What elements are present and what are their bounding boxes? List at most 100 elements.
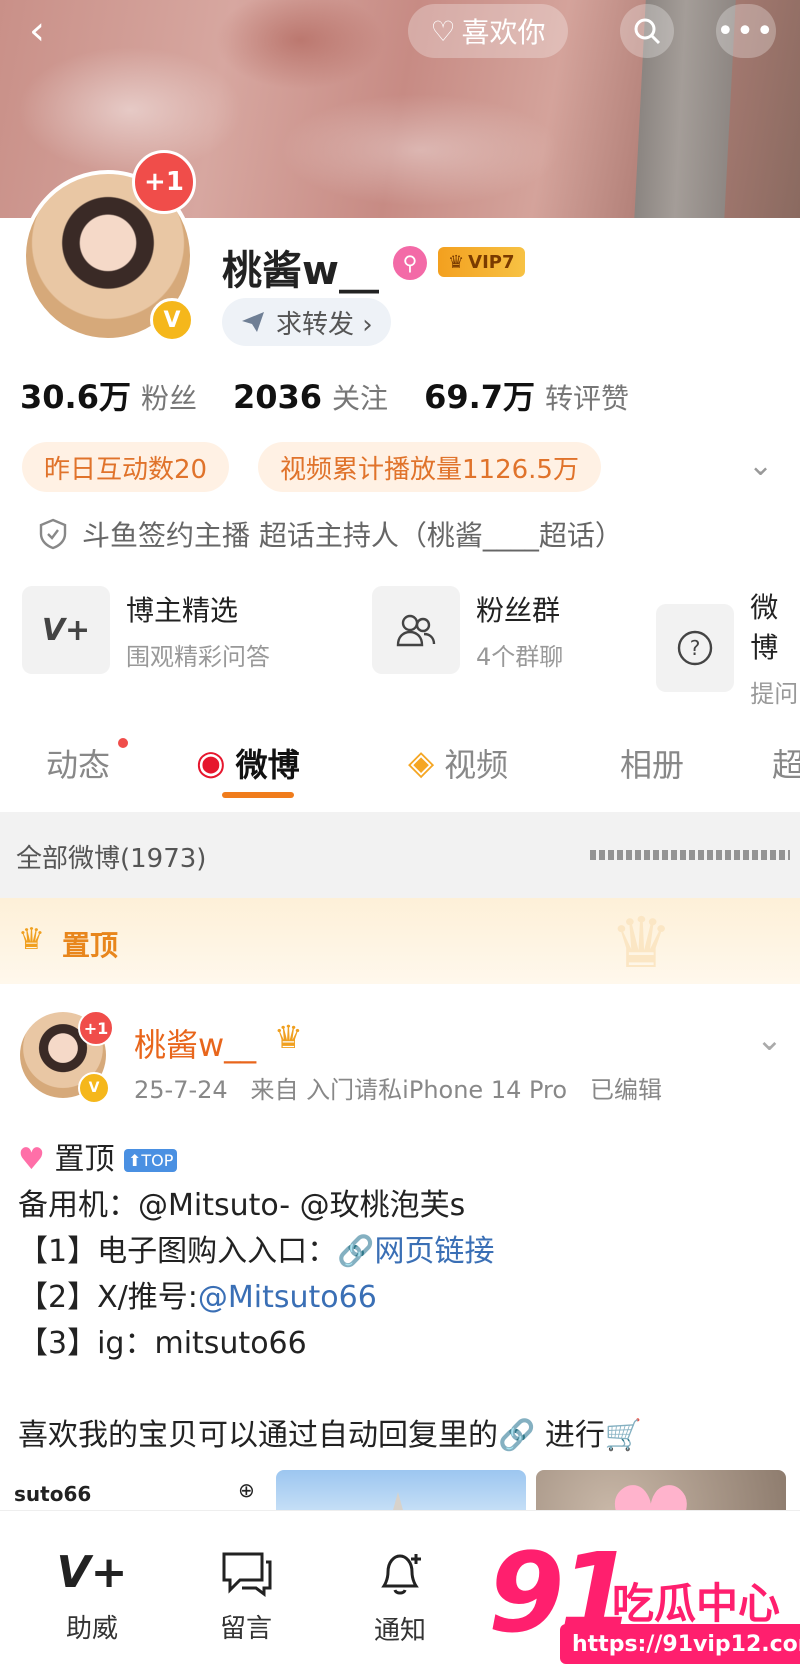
link-icon: 🔗	[337, 1234, 375, 1269]
stat-following[interactable]: 2036 关注	[233, 377, 388, 417]
top-arrow-icon: ⬆TOP	[124, 1149, 178, 1172]
filter-scribble	[590, 850, 790, 860]
watermark-text: 吃瓜中心	[612, 1579, 781, 1628]
feature-title: 博主精选	[126, 593, 239, 627]
thumb-plus-icon: ⊕	[238, 1478, 255, 1502]
group-icon	[372, 586, 460, 674]
search-button[interactable]	[620, 4, 674, 58]
link-icon: 🔗	[498, 1418, 536, 1453]
tab-dynamic[interactable]: 动态	[46, 738, 128, 786]
pinned-bar: ♛ 置顶 ♛	[0, 898, 800, 984]
pink-badge-icon[interactable]: ⚲	[393, 246, 427, 280]
search-icon	[634, 18, 661, 45]
more-button[interactable]: •••	[716, 4, 776, 58]
feature-fan-group[interactable]: 粉丝群 4个群聊	[372, 586, 563, 674]
profile-stats: 30.6万 粉丝 2036 关注 69.7万 转评赞	[20, 372, 629, 418]
tab-label: 超	[772, 746, 800, 784]
crown-icon: ♛	[448, 251, 465, 273]
post-author[interactable]: 桃酱w__	[134, 1020, 256, 1066]
unread-dot	[118, 738, 128, 748]
tab-label: 视频	[444, 746, 509, 784]
expand-chevron-icon[interactable]: ⌄	[748, 448, 773, 483]
post-text: 【1】电子图购入入口：	[18, 1234, 338, 1269]
post-text: 置顶	[54, 1142, 115, 1177]
tab-label: 微博	[235, 746, 300, 784]
post-text: 【2】X/推号:	[18, 1280, 198, 1315]
bottom-nav-label: 助威	[65, 1614, 118, 1644]
tab-supertopic[interactable]: 超	[772, 740, 800, 786]
profile-username: 桃酱w__	[222, 248, 379, 294]
yesterday-interactions-chip[interactable]: 昨日互动数20	[22, 442, 230, 492]
post-verified-badge-icon: V	[78, 1072, 110, 1104]
post-line-3: 【3】ig：mitsuto66	[18, 1326, 307, 1361]
post-line-backup: 备用机：@Mitsuto- @玫桃泡芙s	[18, 1188, 466, 1223]
back-arrow-icon: ‹	[29, 8, 45, 54]
bottom-nav-notify[interactable]: 通知	[340, 1548, 460, 1647]
stat-following-num: 2036	[232, 378, 323, 416]
bottom-nav-label: 通知	[373, 1616, 426, 1646]
weibo-logo-icon: ◉	[196, 743, 226, 783]
feature-weibo-qa[interactable]: ? 微博 提问	[656, 586, 800, 709]
v-plus-icon: V+	[22, 586, 110, 674]
thumb-caption: suto66	[14, 1482, 92, 1506]
tab-album[interactable]: 相册	[620, 740, 684, 786]
v-plus-icon: V+	[56, 1547, 128, 1598]
feature-blogger-picks[interactable]: V+ 博主精选 围观精彩问答	[22, 586, 270, 674]
tab-label: 动态	[46, 746, 111, 784]
post-meta: 25-7-24 来自 入门请私iPhone 14 Pro 已编辑	[134, 1076, 662, 1104]
stat-following-label: 关注	[332, 382, 389, 415]
certification-line: 斗鱼签约主播 超话主持人（桃酱____超话）	[38, 514, 623, 554]
back-button[interactable]: ‹	[10, 4, 64, 58]
certification-text: 斗鱼签约主播 超话主持人（桃酱____超话）	[82, 519, 623, 552]
crown-decoration-icon: ♛	[610, 902, 673, 984]
vip-label: VIP7	[468, 251, 515, 273]
tab-weibo[interactable]: ◉ 微博	[196, 740, 300, 786]
shield-icon	[39, 518, 67, 550]
feature-title: 粉丝群	[476, 593, 561, 627]
feature-title: 微博	[750, 591, 779, 664]
request-forward-button[interactable]: 求转发 ›	[222, 298, 391, 346]
cart-icon: 🛒	[604, 1418, 643, 1453]
tab-video[interactable]: ◈ 视频	[408, 740, 508, 786]
request-forward-label: 求转发 ›	[276, 309, 373, 340]
paper-plane-icon	[242, 312, 264, 332]
video-icon: ◈	[408, 743, 435, 783]
vip-badge[interactable]: ♛ VIP7	[438, 247, 525, 277]
web-link[interactable]: 🔗网页链接	[337, 1234, 494, 1269]
post-line-2: 【2】X/推号:@Mitsuto66	[18, 1272, 377, 1316]
svg-text:?: ?	[690, 636, 701, 660]
like-you-button[interactable]: ♡ 喜欢你	[408, 4, 568, 58]
post-menu-chevron-icon[interactable]: ⌄	[756, 1020, 783, 1058]
all-weibo-count[interactable]: 全部微博(1973)	[16, 838, 206, 875]
video-plays-chip[interactable]: 视频累计播放量1126.5万	[258, 442, 601, 492]
post-line-pinned: ♥ 置顶 ⬆TOP	[18, 1134, 178, 1178]
watermark-url: https://91vip12.com	[560, 1624, 800, 1664]
stat-followers[interactable]: 30.6万 粉丝	[20, 372, 197, 418]
tab-label: 相册	[620, 746, 685, 784]
more-icon: •••	[716, 13, 776, 49]
post-line-cta: 喜欢我的宝贝可以通过自动回复里的🔗 进行🛒	[18, 1410, 642, 1454]
avatar-plus-badge[interactable]: +1	[132, 150, 196, 214]
bell-icon	[381, 1554, 421, 1595]
stat-interactions-num: 69.7万	[424, 378, 536, 416]
crown-icon: ♛	[18, 922, 45, 957]
feature-subtitle: 4个群聊	[476, 642, 564, 671]
bottom-nav-message[interactable]: 留言	[186, 1548, 306, 1645]
pink-heart-icon: ♥	[18, 1142, 45, 1177]
stat-followers-label: 粉丝	[140, 382, 197, 415]
stat-interactions[interactable]: 69.7万 转评赞	[424, 372, 629, 418]
active-tab-indicator	[222, 792, 294, 798]
question-icon: ?	[656, 603, 735, 692]
web-link-label: 网页链接	[374, 1234, 495, 1269]
weibo-filter-bar: 全部微博(1973)	[0, 812, 800, 898]
mention-link[interactable]: @Mitsuto66	[198, 1280, 377, 1315]
bottom-nav-cheer[interactable]: V+ 助威	[32, 1548, 152, 1645]
post-line-1: 【1】电子图购入入口：🔗网页链接	[18, 1226, 494, 1270]
post-avatar-plus-badge: +1	[78, 1010, 114, 1046]
stat-interactions-label: 转评赞	[545, 382, 630, 415]
feature-subtitle: 提问	[750, 680, 799, 708]
message-icon	[222, 1552, 272, 1597]
like-icon: ♡	[430, 14, 456, 48]
verified-badge-icon: V	[150, 298, 194, 342]
bottom-nav-label: 留言	[219, 1614, 272, 1644]
